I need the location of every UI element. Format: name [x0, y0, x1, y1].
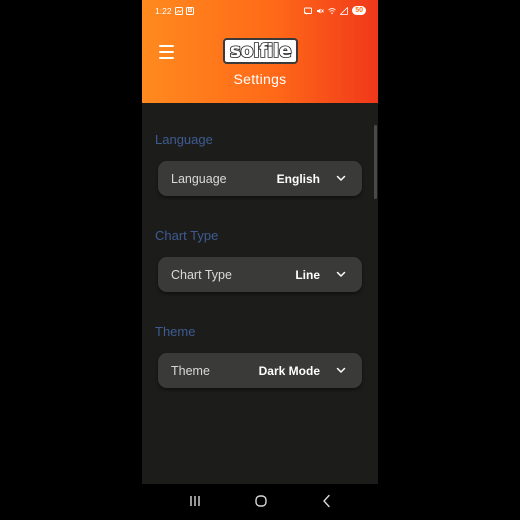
section-heading-chart-type: Chart Type: [155, 228, 219, 243]
page-title: Settings: [233, 71, 287, 87]
cast-icon: [304, 7, 313, 15]
phone-screen: 1:22 B 50 solfile Settings Language Lang…: [142, 0, 378, 520]
hamburger-menu-icon[interactable]: [159, 45, 175, 59]
mute-icon: [317, 8, 325, 13]
status-notification-icons: B: [175, 7, 194, 15]
status-system-icons: 50: [304, 6, 366, 15]
language-dropdown[interactable]: Language English: [158, 161, 362, 196]
chevron-down-icon: [336, 271, 346, 277]
recents-icon[interactable]: [187, 493, 203, 509]
system-navigation-bar: [142, 484, 378, 520]
back-icon[interactable]: [319, 493, 335, 509]
wifi-icon: [328, 7, 336, 14]
solfile-logo: solfile: [223, 38, 298, 64]
chart-type-value: Line: [295, 268, 320, 282]
chart-type-dropdown[interactable]: Chart Type Line: [158, 257, 362, 292]
app-badge-icon: B: [186, 7, 194, 15]
section-heading-language: Language: [155, 132, 213, 147]
status-time: 1:22: [155, 6, 172, 16]
logo-text: solfile: [229, 39, 293, 63]
chevron-down-icon: [336, 175, 346, 181]
home-icon[interactable]: [253, 493, 269, 509]
chevron-down-icon: [336, 367, 346, 373]
scrollbar[interactable]: [374, 125, 377, 199]
language-label: Language: [171, 172, 227, 186]
chart-type-label: Chart Type: [171, 268, 232, 282]
language-value: English: [276, 172, 320, 186]
theme-value: Dark Mode: [258, 364, 320, 378]
theme-label: Theme: [171, 364, 210, 378]
section-heading-theme: Theme: [155, 324, 196, 339]
signal-icon: [340, 6, 349, 15]
theme-dropdown[interactable]: Theme Dark Mode: [158, 353, 362, 388]
status-bar: 1:22 B 50: [142, 4, 378, 20]
app-header: 1:22 B 50 solfile Settings: [142, 0, 378, 103]
battery-indicator: 50: [352, 6, 366, 15]
gallery-icon: [175, 7, 183, 15]
